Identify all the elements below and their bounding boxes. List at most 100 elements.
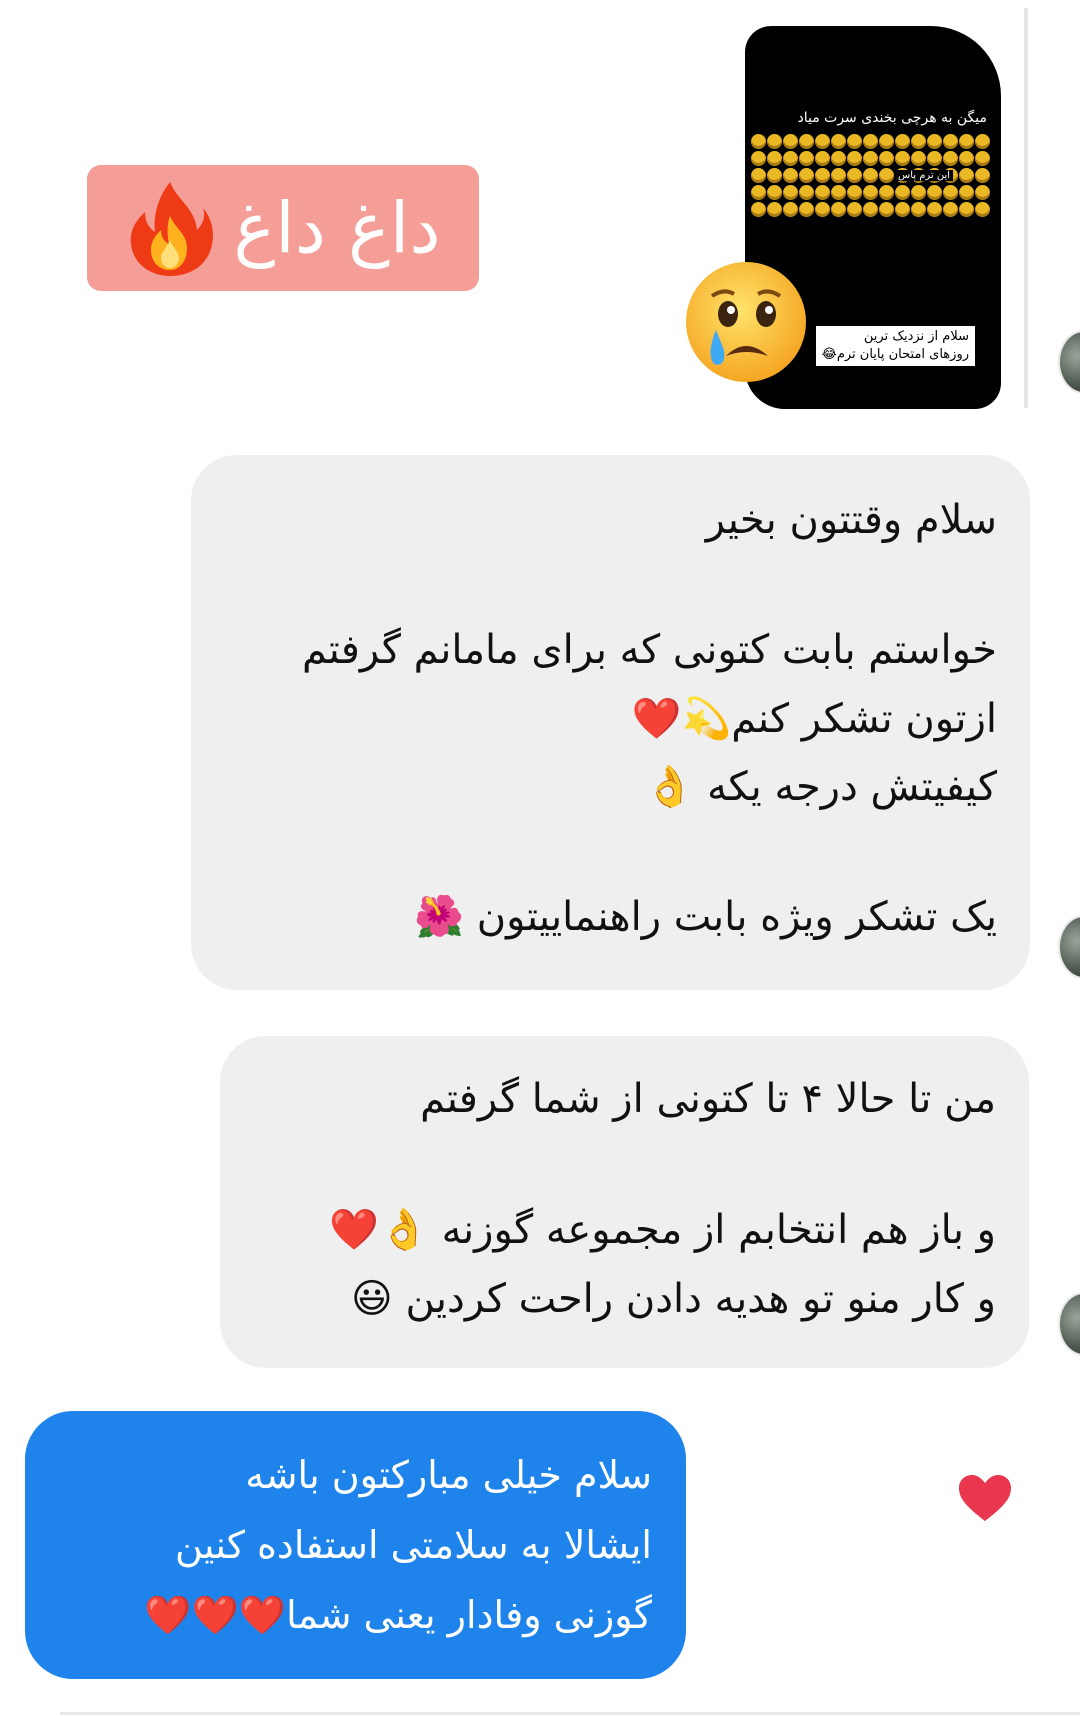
laughing-face-icon bbox=[767, 185, 782, 200]
laughing-face-icon bbox=[799, 202, 814, 217]
laughing-face-icon bbox=[799, 151, 814, 166]
laughing-face-icon bbox=[815, 151, 830, 166]
laughing-face-icon bbox=[943, 202, 958, 217]
laughing-face-icon bbox=[799, 134, 814, 149]
laughing-face-icon bbox=[975, 202, 990, 217]
story-label: سلام از نزدیک ترین روزهای امتحان پایان ت… bbox=[815, 326, 975, 366]
received-message-bubble[interactable]: سلام وقتتون بخیر خواستم بابت کتونی که بر… bbox=[191, 455, 1030, 990]
laughing-face-icon bbox=[943, 185, 958, 200]
laughing-face-icon bbox=[831, 185, 846, 200]
laughing-face-icon bbox=[783, 151, 798, 166]
laughing-emoji-grid bbox=[751, 134, 997, 217]
laughing-face-icon bbox=[911, 185, 926, 200]
story-label-line1: سلام از نزدیک ترین bbox=[863, 329, 969, 344]
laughing-face-icon bbox=[831, 151, 846, 166]
laughing-face-icon bbox=[911, 202, 926, 217]
laughing-face-icon bbox=[927, 202, 942, 217]
laughing-face-icon bbox=[847, 168, 862, 183]
laughing-face-icon bbox=[879, 168, 894, 183]
laughing-face-icon bbox=[975, 151, 990, 166]
laughing-face-icon bbox=[879, 185, 894, 200]
avatar[interactable] bbox=[1058, 1292, 1080, 1356]
laughing-face-icon bbox=[975, 185, 990, 200]
laughing-face-icon bbox=[751, 151, 766, 166]
badge-text: داغ داغ bbox=[233, 187, 441, 269]
crying-face-icon bbox=[686, 262, 806, 382]
story-caption-pass: این ترم پاس bbox=[895, 170, 954, 181]
laughing-face-icon bbox=[767, 168, 782, 183]
laughing-face-icon bbox=[975, 168, 990, 183]
hot-badge: داغ داغ bbox=[87, 165, 479, 291]
laughing-face-icon bbox=[895, 151, 910, 166]
message-line: سلام وقتتون بخیر bbox=[705, 497, 997, 543]
fire-icon bbox=[131, 182, 214, 276]
story-divider bbox=[1024, 8, 1028, 408]
laughing-face-icon bbox=[799, 185, 814, 200]
laughing-face-icon bbox=[815, 185, 830, 200]
laughing-face-icon bbox=[863, 168, 878, 183]
heart-reaction-icon[interactable] bbox=[957, 1473, 1013, 1523]
laughing-face-icon bbox=[767, 202, 782, 217]
laughing-face-icon bbox=[959, 185, 974, 200]
laughing-face-icon bbox=[943, 151, 958, 166]
laughing-face-icon bbox=[879, 151, 894, 166]
divider bbox=[60, 1712, 1080, 1715]
laughing-face-icon bbox=[751, 202, 766, 217]
sent-message-bubble[interactable]: سلام خیلی مبارکتون باشه ایشالا به سلامتی… bbox=[25, 1411, 686, 1679]
laughing-face-icon bbox=[799, 168, 814, 183]
message-line: یک تشکر ویژه بابت راهنماییتون 🌺 bbox=[414, 894, 997, 940]
message-line: خواستم بابت کتونی که برای مامانم گرفتم bbox=[302, 627, 997, 673]
message-line: ایشالا به سلامتی استفاده کنین bbox=[174, 1523, 652, 1567]
laughing-face-icon bbox=[863, 185, 878, 200]
laughing-face-icon bbox=[863, 151, 878, 166]
laughing-face-icon bbox=[959, 168, 974, 183]
story-caption-top: میگن به هرچی بخندی سرت میاد bbox=[797, 110, 987, 126]
laughing-face-icon bbox=[927, 151, 942, 166]
message-line: ازتون تشکر کنم💫❤️ bbox=[631, 696, 997, 742]
message-line: گوزنی وفادار یعنی شما❤️❤️❤️ bbox=[144, 1593, 652, 1637]
avatar[interactable] bbox=[1058, 330, 1080, 394]
laughing-face-icon bbox=[959, 202, 974, 217]
laughing-face-icon bbox=[927, 134, 942, 149]
laughing-face-icon bbox=[895, 134, 910, 149]
laughing-face-icon bbox=[911, 151, 926, 166]
laughing-face-icon bbox=[895, 202, 910, 217]
message-line: کیفیتش درجه یکه 👌 bbox=[644, 764, 997, 810]
laughing-face-icon bbox=[831, 202, 846, 217]
laughing-face-icon bbox=[783, 134, 798, 149]
laughing-face-icon bbox=[959, 134, 974, 149]
message-line: سلام خیلی مبارکتون باشه bbox=[245, 1453, 652, 1497]
laughing-face-icon bbox=[831, 134, 846, 149]
laughing-face-icon bbox=[847, 185, 862, 200]
laughing-face-icon bbox=[847, 202, 862, 217]
laughing-face-icon bbox=[767, 134, 782, 149]
laughing-face-icon bbox=[783, 185, 798, 200]
laughing-face-icon bbox=[815, 134, 830, 149]
laughing-face-icon bbox=[751, 168, 766, 183]
laughing-face-icon bbox=[879, 134, 894, 149]
avatar[interactable] bbox=[1058, 915, 1080, 979]
laughing-face-icon bbox=[863, 134, 878, 149]
received-message-bubble[interactable]: من تا حالا ۴ تا کتونی از شما گرفتم و باز… bbox=[220, 1036, 1029, 1368]
story-label-line2: روزهای امتحان پایان ترم😂 bbox=[821, 347, 969, 362]
laughing-face-icon bbox=[831, 168, 846, 183]
laughing-face-icon bbox=[847, 134, 862, 149]
laughing-face-icon bbox=[975, 134, 990, 149]
laughing-face-icon bbox=[863, 202, 878, 217]
message-line: و کار منو تو هدیه دادن راحت کردین 😃 bbox=[351, 1276, 996, 1322]
laughing-face-icon bbox=[847, 151, 862, 166]
message-line: من تا حالا ۴ تا کتونی از شما گرفتم bbox=[420, 1076, 996, 1122]
laughing-face-icon bbox=[879, 202, 894, 217]
laughing-face-icon bbox=[815, 202, 830, 217]
message-line: و باز هم انتخابم از مجموعه گوزنه 👌❤️ bbox=[329, 1207, 996, 1253]
laughing-face-icon bbox=[895, 185, 910, 200]
laughing-face-icon bbox=[751, 185, 766, 200]
laughing-face-icon bbox=[767, 151, 782, 166]
laughing-face-icon bbox=[751, 134, 766, 149]
laughing-face-icon bbox=[959, 151, 974, 166]
laughing-face-icon bbox=[783, 168, 798, 183]
laughing-face-icon bbox=[783, 202, 798, 217]
laughing-face-icon bbox=[943, 134, 958, 149]
laughing-face-icon bbox=[911, 134, 926, 149]
laughing-face-icon bbox=[927, 185, 942, 200]
